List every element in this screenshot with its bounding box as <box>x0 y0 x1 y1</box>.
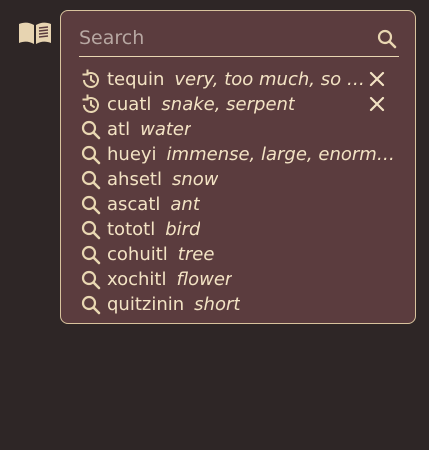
result-gloss: immense, large, enormous <box>166 144 405 165</box>
search-icon-wrap <box>79 168 103 192</box>
result-gloss: ant <box>170 194 200 215</box>
remove-history-button[interactable] <box>367 94 387 114</box>
result-word: tototl <box>107 219 156 240</box>
search-icon <box>81 270 101 289</box>
search-icon <box>81 170 101 189</box>
search-result-item[interactable]: hueyi immense, large, enormous <box>79 142 405 167</box>
result-word: cohuitl <box>107 244 168 265</box>
search-icon <box>81 145 101 164</box>
search-icon <box>81 120 101 139</box>
history-icon-wrap <box>79 93 103 117</box>
result-gloss: water <box>140 119 192 140</box>
search-result-item[interactable]: quitzinin short <box>79 292 405 317</box>
result-gloss: flower <box>176 269 233 290</box>
result-word: hueyi <box>107 144 157 165</box>
app-root: tequin very, too much, so much cuatl snake,… <box>0 0 429 450</box>
search-icon-wrap <box>79 268 103 292</box>
search-bar <box>79 19 399 57</box>
search-icon-wrap <box>79 193 103 217</box>
search-result-item[interactable]: cohuitl tree <box>79 242 405 267</box>
history-icon-wrap <box>79 68 103 92</box>
search-icon <box>81 245 101 264</box>
result-gloss: very, too much, so much <box>174 69 370 90</box>
result-word: cuatl <box>107 94 152 115</box>
result-word: tequin <box>107 69 165 90</box>
result-word: ahsetl <box>107 169 162 190</box>
result-gloss: short <box>194 294 241 315</box>
results-list: tequin very, too much, so much cuatl snake,… <box>79 67 405 317</box>
result-word: xochitl <box>107 269 167 290</box>
search-result-item[interactable]: xochitl flower <box>79 267 405 292</box>
remove-history-button[interactable] <box>367 69 387 89</box>
result-word: atl <box>107 119 131 140</box>
search-icon-wrap <box>79 293 103 317</box>
result-word: quitzinin <box>107 294 185 315</box>
search-icon-wrap <box>79 218 103 242</box>
search-icon-wrap <box>79 143 103 167</box>
search-icon <box>377 29 397 49</box>
search-result-item[interactable]: atl water <box>79 117 405 142</box>
book-button[interactable] <box>16 18 54 48</box>
search-icon-wrap <box>79 118 103 142</box>
search-result-item[interactable]: tototl bird <box>79 217 405 242</box>
book-icon <box>19 22 51 44</box>
history-icon <box>82 94 99 113</box>
history-result-item[interactable]: cuatl snake, serpent <box>79 92 405 117</box>
search-input[interactable] <box>79 23 359 53</box>
history-result-item[interactable]: tequin very, too much, so much <box>79 67 405 92</box>
close-icon <box>369 96 385 112</box>
result-word: ascatl <box>107 194 161 215</box>
result-gloss: snake, serpent <box>161 94 295 115</box>
search-icon <box>81 195 101 214</box>
search-button[interactable] <box>375 27 399 51</box>
result-gloss: bird <box>165 219 201 240</box>
search-icon-wrap <box>79 243 103 267</box>
search-icon <box>81 220 101 239</box>
search-panel: tequin very, too much, so much cuatl snake,… <box>60 10 416 324</box>
search-result-item[interactable]: ahsetl snow <box>79 167 405 192</box>
history-icon <box>82 69 99 88</box>
close-icon <box>369 71 385 87</box>
search-icon <box>81 295 101 314</box>
result-gloss: snow <box>171 169 219 190</box>
result-gloss: tree <box>177 244 215 265</box>
search-result-item[interactable]: ascatl ant <box>79 192 405 217</box>
